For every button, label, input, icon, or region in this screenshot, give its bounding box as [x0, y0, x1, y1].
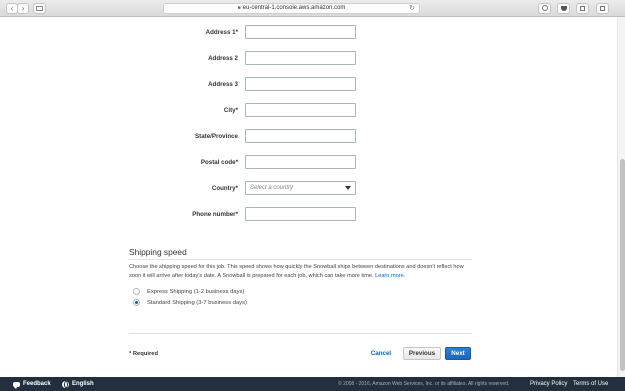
section-divider — [129, 259, 472, 260]
tabs-icon — [600, 6, 605, 11]
feedback-label: Feedback — [23, 381, 51, 387]
express-shipping-label: Express Shipping (1-2 business days) — [147, 288, 245, 295]
phone-label: Phone number* — [192, 211, 238, 218]
country-select[interactable]: Select a country — [245, 181, 356, 195]
pocket-button[interactable] — [557, 3, 570, 14]
city-input[interactable] — [245, 103, 356, 117]
state-input[interactable] — [245, 129, 356, 143]
shipping-description-text: Choose the shipping speed for this job. … — [129, 264, 464, 279]
express-shipping-option[interactable]: Express Shipping (1-2 business days) — [133, 288, 244, 295]
copyright-text: © 2008 - 2016, Amazon Web Services, Inc.… — [338, 381, 510, 387]
country-label: Country* — [211, 185, 238, 192]
reader-button[interactable] — [538, 3, 551, 14]
sidebar-icon — [36, 6, 43, 11]
globe-icon — [62, 380, 69, 388]
info-icon — [541, 5, 548, 11]
privacy-policy-link[interactable]: Privacy Policy — [530, 377, 567, 391]
address2-label: Address 2 — [208, 55, 238, 62]
standard-shipping-radio[interactable] — [133, 299, 140, 306]
shipping-speed-title: Shipping speed — [129, 247, 187, 257]
chevron-down-icon — [345, 186, 351, 190]
address2-input[interactable] — [245, 51, 356, 65]
speech-bubble-icon — [13, 381, 20, 389]
next-button[interactable]: Next — [445, 347, 471, 360]
shipping-description: Choose the shipping speed for this job. … — [129, 263, 474, 281]
address-bar[interactable]: ■ eu-central-1.console.aws.amazon.com ↻ — [163, 3, 420, 14]
previous-button[interactable]: Previous — [403, 347, 441, 360]
postal-code-input[interactable] — [245, 155, 356, 169]
forward-button[interactable]: › — [17, 3, 29, 14]
terms-of-use-link[interactable]: Terms of Use — [573, 377, 608, 391]
standard-shipping-option[interactable]: Standard Shipping (3-7 business days) — [133, 299, 247, 306]
city-label: City* — [223, 107, 238, 114]
express-shipping-radio[interactable] — [133, 288, 140, 295]
share-button[interactable] — [576, 3, 589, 14]
url-text: eu-central-1.console.aws.amazon.com — [242, 5, 346, 11]
address1-label: Address 1* — [205, 29, 238, 36]
actions-divider — [129, 333, 472, 334]
address1-input[interactable] — [245, 25, 356, 39]
forward-icon: › — [21, 4, 25, 13]
country-placeholder: Select a country — [250, 185, 294, 191]
sidebar-button[interactable] — [33, 3, 46, 14]
phone-input[interactable] — [245, 207, 356, 221]
address3-input[interactable] — [245, 77, 356, 91]
share-icon — [580, 6, 585, 11]
address3-label: Address 3 — [208, 81, 238, 88]
feedback-link[interactable]: Feedback — [13, 377, 51, 391]
state-label: State/Province — [195, 133, 238, 140]
postal-code-label: Postal code* — [200, 159, 238, 166]
learn-more-link[interactable]: Learn more. — [375, 273, 405, 279]
standard-shipping-label: Standard Shipping (3-7 business days) — [147, 299, 247, 306]
pocket-icon — [560, 6, 567, 11]
language-label: English — [72, 381, 94, 387]
page-scrollbar[interactable] — [617, 17, 625, 377]
reload-icon[interactable]: ↻ — [409, 4, 415, 13]
cancel-button[interactable]: Cancel — [364, 347, 398, 360]
scrollbar-thumb[interactable] — [620, 159, 625, 371]
tabs-button[interactable] — [596, 3, 609, 14]
browser-toolbar: ‹ › ■ eu-central-1.console.aws.amazon.com… — [0, 0, 625, 17]
lock-icon: ■ — [237, 5, 241, 11]
language-selector[interactable]: English — [62, 377, 94, 391]
console-footer: Feedback English © 2008 - 2016, Amazon W… — [0, 377, 625, 391]
back-icon: ‹ — [10, 4, 14, 13]
required-note: * Required — [129, 351, 158, 357]
